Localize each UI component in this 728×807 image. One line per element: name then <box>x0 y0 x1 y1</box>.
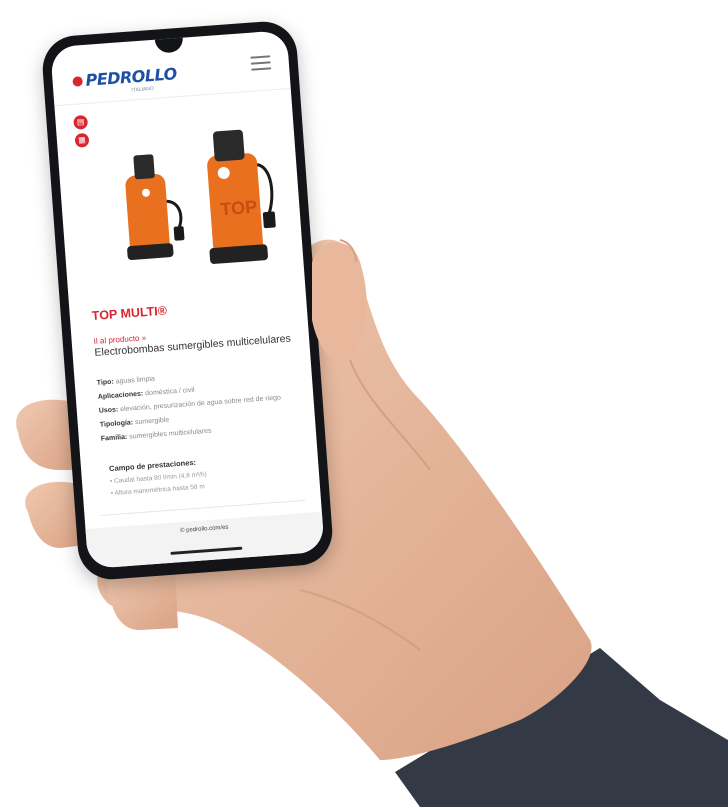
thumb-shape <box>312 242 367 363</box>
photo-scene: PEDROLLO ITALIANO ▤ ▦ TOP TOP MULTI® Il … <box>0 0 728 807</box>
thumb-illustration <box>312 239 367 363</box>
